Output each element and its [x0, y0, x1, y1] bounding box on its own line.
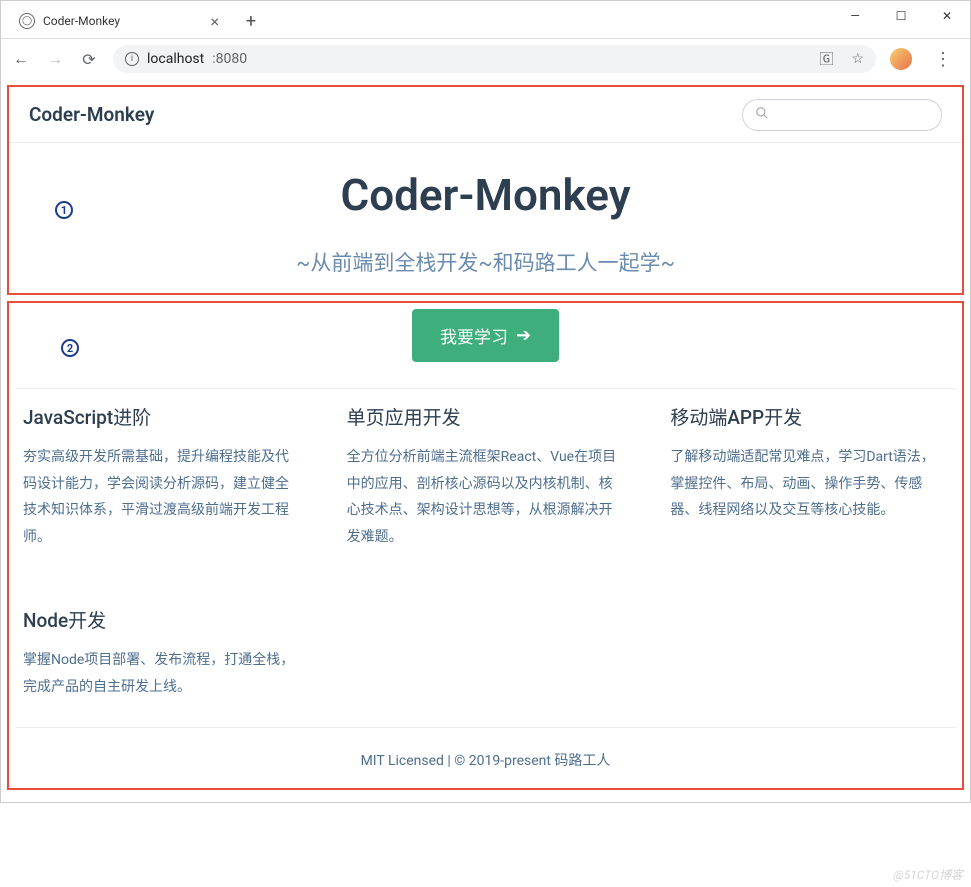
page-footer: MIT Licensed | © 2019-present 码路工人: [15, 727, 956, 782]
hero-section: Coder-Monkey ~从前端到全栈开发~和码路工人一起学~: [9, 143, 962, 293]
feature-desc: 掌握Node项目部署、发布流程，打通全栈，完成产品的自主研发上线。: [23, 647, 301, 700]
feature-spa: 单页应用开发 全方位分析前端主流框架React、Vue在项目中的应用、剖析核心源…: [347, 403, 625, 550]
menu-icon[interactable]: ⋮: [926, 49, 960, 70]
feature-node: Node开发 掌握Node项目部署、发布流程，打通全栈，完成产品的自主研发上线。: [23, 606, 301, 700]
features-grid: JavaScript进阶 夯实高级开发所需基础，提升编程技能及代码设计能力，学会…: [15, 388, 956, 701]
browser-window: ◯ Coder-Monkey × + — ☐ ✕ ← → ⟳ i localho…: [0, 0, 971, 803]
browser-tab[interactable]: ◯ Coder-Monkey ×: [9, 4, 229, 38]
close-tab-icon[interactable]: ×: [210, 12, 219, 31]
arrow-right-icon: ➔: [516, 325, 531, 346]
page-content: Coder-Monkey Coder-Monkey ~从前端到全栈开发~和码路工…: [1, 79, 970, 802]
annotation-region-1: Coder-Monkey Coder-Monkey ~从前端到全栈开发~和码路工…: [7, 85, 964, 295]
feature-title: JavaScript进阶: [23, 403, 301, 430]
annotation-region-2: 2 我要学习 ➔ JavaScript进阶 夯实高级开发所需基础，提升编程技能及…: [7, 301, 964, 790]
search-input[interactable]: [742, 99, 942, 131]
back-icon[interactable]: ←: [11, 49, 31, 69]
feature-title: Node开发: [23, 606, 301, 633]
reload-icon[interactable]: ⟳: [79, 50, 99, 69]
new-tab-button[interactable]: +: [237, 7, 265, 35]
browser-titlebar: ◯ Coder-Monkey × + — ☐ ✕: [1, 1, 970, 39]
annotation-marker-2: 2: [61, 339, 79, 357]
feature-title: 移动端APP开发: [670, 403, 948, 430]
forward-icon: →: [45, 49, 65, 69]
cta-label: 我要学习: [440, 323, 508, 348]
address-bar-row: ← → ⟳ i localhost :8080 🄶 ☆ ⋮: [1, 39, 970, 79]
close-window-button[interactable]: ✕: [924, 1, 970, 31]
translate-icon[interactable]: 🄶: [819, 49, 833, 69]
url-host: localhost: [147, 51, 204, 67]
feature-desc: 了解移动端适配常见难点，学习Dart语法，掌握控件、布局、动画、操作手势、传感器…: [670, 444, 948, 524]
maximize-button[interactable]: ☐: [878, 1, 924, 31]
bookmark-icon[interactable]: ☆: [851, 51, 864, 67]
cta-row: 我要学习 ➔: [9, 303, 962, 388]
profile-avatar[interactable]: [890, 48, 912, 70]
site-navbar: Coder-Monkey: [9, 87, 962, 143]
tab-title: Coder-Monkey: [43, 14, 120, 28]
site-info-icon[interactable]: i: [125, 52, 139, 66]
url-port: :8080: [212, 51, 247, 67]
search-icon: [755, 106, 769, 124]
feature-title: 单页应用开发: [347, 403, 625, 430]
hero-subtitle: ~从前端到全栈开发~和码路工人一起学~: [9, 247, 962, 277]
minimize-button[interactable]: —: [832, 1, 878, 31]
site-title[interactable]: Coder-Monkey: [29, 103, 154, 126]
watermark: @51CTO博客: [893, 866, 963, 883]
feature-mobile: 移动端APP开发 了解移动端适配常见难点，学习Dart语法，掌握控件、布局、动画…: [670, 403, 948, 550]
globe-icon: ◯: [19, 13, 35, 29]
feature-desc: 全方位分析前端主流框架React、Vue在项目中的应用、剖析核心源码以及内核机制…: [347, 444, 625, 550]
feature-js: JavaScript进阶 夯实高级开发所需基础，提升编程技能及代码设计能力，学会…: [23, 403, 301, 550]
feature-desc: 夯实高级开发所需基础，提升编程技能及代码设计能力，学会阅读分析源码，建立健全技术…: [23, 444, 301, 550]
footer-text: MIT Licensed | © 2019-present 码路工人: [361, 753, 611, 769]
address-bar[interactable]: i localhost :8080 🄶 ☆: [113, 45, 876, 73]
learn-button[interactable]: 我要学习 ➔: [412, 309, 559, 362]
annotation-marker-1: 1: [55, 201, 73, 219]
hero-title: Coder-Monkey: [9, 169, 962, 221]
